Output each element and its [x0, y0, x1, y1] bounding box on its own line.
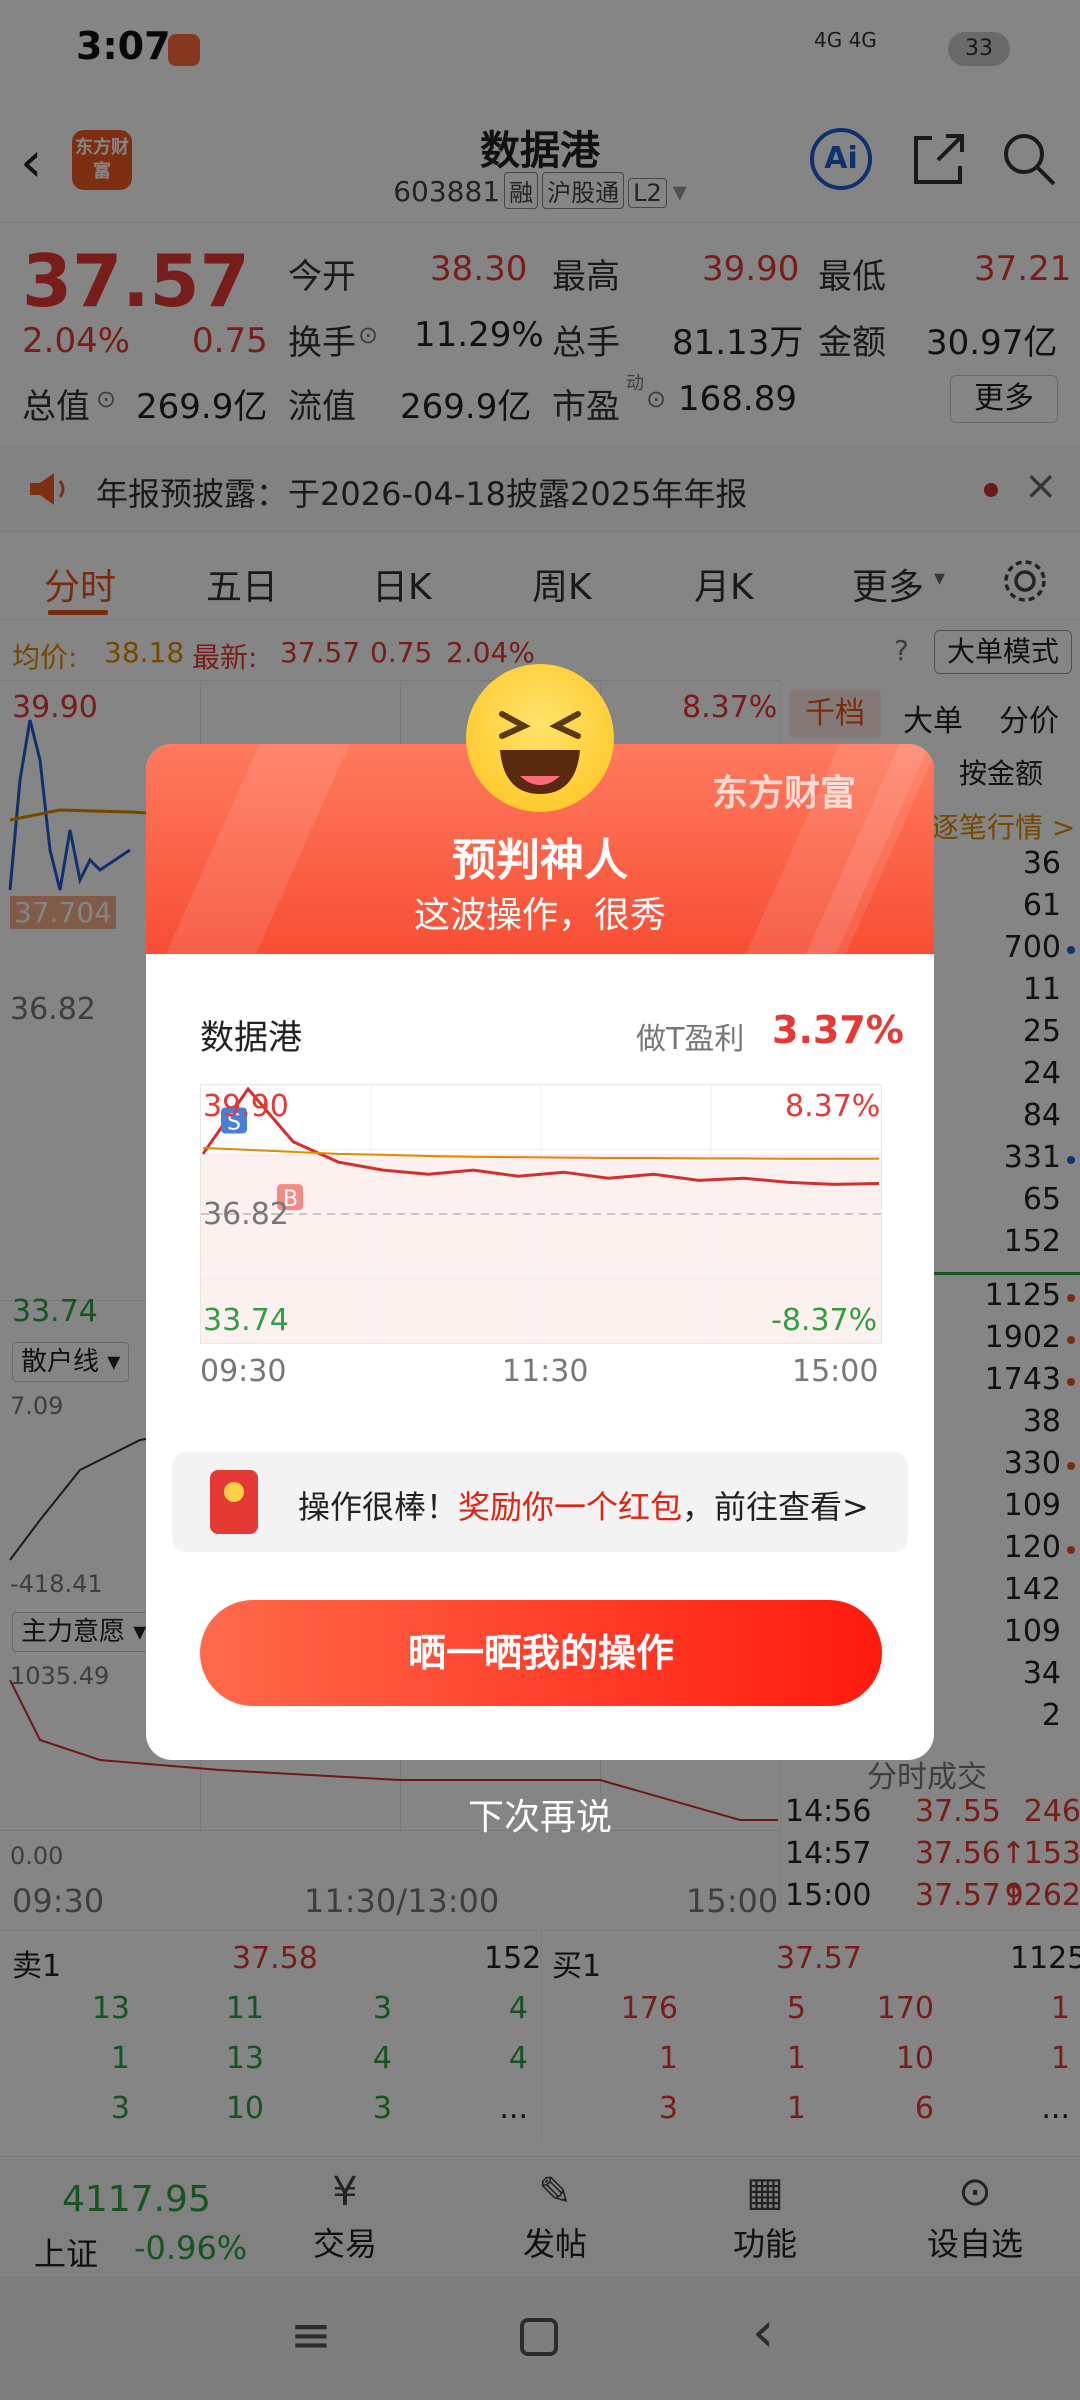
profit-value: 3.37%: [772, 1008, 904, 1052]
red-packet-icon: [210, 1470, 258, 1534]
chart-x-end: 15:00: [792, 1354, 879, 1389]
chart-x-mid: 11:30: [502, 1354, 589, 1389]
modal-chart: SB 39.90 8.37% 36.82 33.74 -8.37%: [200, 1084, 882, 1412]
app-screen: 3:07 4G 4G 33 ‹ 东方财富 数据港 603881 融沪股通 L2 ▾ A…: [0, 0, 1080, 2400]
chart-y-mid: 36.82: [203, 1197, 289, 1232]
red-packet-banner[interactable]: 操作很棒！奖励你一个红包，前往查看>: [172, 1452, 908, 1552]
laughing-emoji-icon: [466, 664, 614, 812]
chart-pct-top: 8.37%: [785, 1089, 881, 1124]
later-button[interactable]: 下次再说: [440, 1788, 640, 1840]
share-operation-button[interactable]: 晒一晒我的操作: [200, 1600, 882, 1706]
chart-y-bottom: 33.74: [203, 1303, 289, 1338]
achievement-dialog: 东方财富 预判神人 这波操作，很秀 数据港 做T盈利 3.37% SB 39.9…: [146, 744, 934, 1760]
brand-watermark: 东方财富: [712, 773, 857, 814]
dialog-subtitle: 这波操作，很秀: [413, 895, 666, 936]
dialog-title: 预判神人: [452, 835, 628, 886]
chart-y-top: 39.90: [203, 1089, 289, 1124]
chart-x-start: 09:30: [200, 1354, 287, 1389]
profit-label: 做T盈利: [636, 1022, 745, 1057]
modal-stock-name: 数据港: [200, 1018, 302, 1058]
reward-text: 操作很棒！奖励你一个红包，前往查看>: [298, 1488, 869, 1526]
chart-pct-bottom: -8.37%: [771, 1303, 878, 1338]
